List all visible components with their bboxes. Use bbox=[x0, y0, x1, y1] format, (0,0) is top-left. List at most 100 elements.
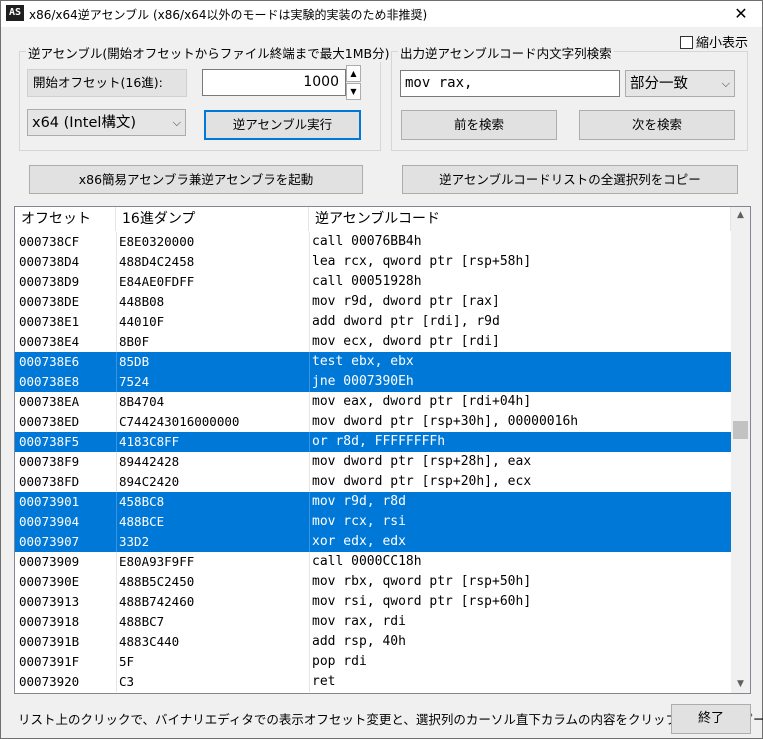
column-header-disassembly[interactable]: 逆アセンブルコード bbox=[309, 207, 731, 231]
checkbox-box[interactable] bbox=[680, 36, 693, 49]
search-next-button[interactable]: 次を検索 bbox=[579, 110, 735, 140]
disassembly-cell[interactable]: mov r9d, dword ptr [rax] bbox=[312, 292, 730, 312]
disassembly-cell[interactable]: mov r9d, r8d bbox=[312, 492, 730, 512]
launch-assembler-button[interactable]: x86簡易アセンブラ兼逆アセンブラを起動 bbox=[29, 165, 363, 194]
mode-select[interactable]: x64 (Intel構文) ⌵ bbox=[27, 109, 186, 136]
disassembly-cell[interactable]: pop rdi bbox=[312, 652, 730, 672]
vertical-scrollbar[interactable]: ▲ ▼ bbox=[731, 207, 750, 693]
offset-cell[interactable]: 00073904 bbox=[19, 512, 116, 532]
close-button[interactable]: ✕ bbox=[726, 2, 756, 26]
offset-cell[interactable]: 00073901 bbox=[19, 492, 116, 512]
scroll-down-arrow-icon[interactable]: ▼ bbox=[731, 676, 750, 693]
hexdump-cell[interactable]: 488BCE bbox=[119, 512, 309, 532]
start-offset-input[interactable]: 1000 bbox=[202, 69, 346, 96]
disassembly-cell[interactable]: xor edx, edx bbox=[312, 532, 730, 552]
hexdump-cell[interactable]: 4183C8FF bbox=[119, 432, 309, 452]
hexdump-cell[interactable]: C744243016000000 bbox=[119, 412, 309, 432]
offset-cell[interactable]: 00073920 bbox=[19, 672, 116, 692]
offset-cell[interactable]: 0007391B bbox=[19, 632, 116, 652]
hexdump-cell[interactable]: 44010F bbox=[119, 312, 309, 332]
disassembly-cell[interactable]: call 00051928h bbox=[312, 272, 730, 292]
table-row[interactable]: 000738F5 4183C8FF or r8d, FFFFFFFFh bbox=[15, 432, 731, 452]
hexdump-cell[interactable]: 89442428 bbox=[119, 452, 309, 472]
disassembly-list[interactable]: オフセット 16進ダンプ 逆アセンブルコード 000738CF E8E032000… bbox=[14, 206, 751, 694]
disassembly-cell[interactable]: lea rcx, qword ptr [rsp+58h] bbox=[312, 252, 730, 272]
disassembly-cell[interactable]: mov dword ptr [rsp+28h], eax bbox=[312, 452, 730, 472]
offset-cell[interactable]: 000738FD bbox=[19, 472, 116, 492]
table-row[interactable]: 000738E1 44010F add dword ptr [rdi], r9d bbox=[15, 312, 731, 332]
hexdump-cell[interactable]: 458BC8 bbox=[119, 492, 309, 512]
hexdump-cell[interactable]: E8E0320000 bbox=[119, 232, 309, 252]
table-row[interactable]: 000738EA 8B4704 mov eax, dword ptr [rdi+04… bbox=[15, 392, 731, 412]
hexdump-cell[interactable]: 488BC7 bbox=[119, 612, 309, 632]
hexdump-cell[interactable]: C3 bbox=[119, 672, 309, 692]
search-input[interactable]: mov rax, bbox=[400, 70, 620, 97]
hexdump-cell[interactable]: 488B5C2450 bbox=[119, 572, 309, 592]
hexdump-cell[interactable]: 488D4C2458 bbox=[119, 252, 309, 272]
disassembly-cell[interactable]: mov rsi, qword ptr [rsp+60h] bbox=[312, 592, 730, 612]
table-row[interactable]: 00073920 C3 ret bbox=[15, 672, 731, 692]
table-row[interactable]: 0007390E 488B5C2450 mov rbx, qword ptr [rs… bbox=[15, 572, 731, 592]
offset-cell[interactable]: 000738E6 bbox=[19, 352, 116, 372]
offset-cell[interactable]: 00073918 bbox=[19, 612, 116, 632]
disassembly-cell[interactable]: call 00076BB4h bbox=[312, 232, 730, 252]
offset-cell[interactable]: 00073907 bbox=[19, 532, 116, 552]
scroll-up-arrow-icon[interactable]: ▲ bbox=[731, 207, 750, 224]
match-mode-select[interactable]: 部分一致 ⌵ bbox=[625, 70, 735, 97]
offset-cell[interactable]: 000738E1 bbox=[19, 312, 116, 332]
disassembly-cell[interactable]: ret bbox=[312, 672, 730, 692]
table-row[interactable]: 000738E8 7524 jne 0007390Eh bbox=[15, 372, 731, 392]
table-row[interactable]: 00073907 33D2 xor edx, edx bbox=[15, 532, 731, 552]
offset-cell[interactable]: 000738E8 bbox=[19, 372, 116, 392]
hexdump-cell[interactable]: E84AE0FDFF bbox=[119, 272, 309, 292]
table-row[interactable]: 00073904 488BCE mov rcx, rsi bbox=[15, 512, 731, 532]
table-row[interactable]: 000738D9 E84AE0FDFF call 00051928h bbox=[15, 272, 731, 292]
disassembly-cell[interactable]: call 0000CC18h bbox=[312, 552, 730, 572]
exit-button[interactable]: 終了 bbox=[671, 704, 751, 734]
disassembly-cell[interactable]: jne 0007390Eh bbox=[312, 372, 730, 392]
table-row[interactable]: 000738E4 8B0F mov ecx, dword ptr [rdi] bbox=[15, 332, 731, 352]
table-row[interactable]: 00073918 488BC7 mov rax, rdi bbox=[15, 612, 731, 632]
offset-cell[interactable]: 0007390E bbox=[19, 572, 116, 592]
run-disassemble-button[interactable]: 逆アセンブル実行 bbox=[204, 110, 361, 140]
hexdump-cell[interactable]: 33D2 bbox=[119, 532, 309, 552]
disassembly-cell[interactable]: mov rcx, rsi bbox=[312, 512, 730, 532]
disassembly-cell[interactable]: add dword ptr [rdi], r9d bbox=[312, 312, 730, 332]
offset-cell[interactable]: 000738CF bbox=[19, 232, 116, 252]
offset-cell[interactable]: 0007391F bbox=[19, 652, 116, 672]
hexdump-cell[interactable]: 7524 bbox=[119, 372, 309, 392]
offset-cell[interactable]: 000738E4 bbox=[19, 332, 116, 352]
shrink-view-checkbox[interactable]: 縮小表示 bbox=[680, 32, 748, 51]
column-header-hexdump[interactable]: 16進ダンプ bbox=[116, 207, 309, 231]
hexdump-cell[interactable]: 85DB bbox=[119, 352, 309, 372]
table-row[interactable]: 00073909 E80A93F9FF call 0000CC18h bbox=[15, 552, 731, 572]
offset-cell[interactable]: 000738F9 bbox=[19, 452, 116, 472]
disassembly-cell[interactable]: mov dword ptr [rsp+30h], 00000016h bbox=[312, 412, 730, 432]
offset-cell[interactable]: 000738DE bbox=[19, 292, 116, 312]
disassembly-cell[interactable]: mov rax, rdi bbox=[312, 612, 730, 632]
table-row[interactable]: 000738E6 85DB test ebx, ebx bbox=[15, 352, 731, 372]
hexdump-cell[interactable]: 448B08 bbox=[119, 292, 309, 312]
hexdump-cell[interactable]: 488B742460 bbox=[119, 592, 309, 612]
offset-cell[interactable]: 000738ED bbox=[19, 412, 116, 432]
table-row[interactable]: 000738F9 89442428 mov dword ptr [rsp+28h],… bbox=[15, 452, 731, 472]
title-bar[interactable]: AS x86/x64逆アセンブル (x86/x64以外のモードは実験的実装のため… bbox=[1, 1, 762, 27]
offset-spin-up-button[interactable]: ▲ bbox=[346, 65, 361, 82]
offset-cell[interactable]: 000738D4 bbox=[19, 252, 116, 272]
offset-cell[interactable]: 00073909 bbox=[19, 552, 116, 572]
table-row[interactable]: 0007391B 4883C440 add rsp, 40h bbox=[15, 632, 731, 652]
hexdump-cell[interactable]: 894C2420 bbox=[119, 472, 309, 492]
table-row[interactable]: 000738ED C744243016000000 mov dword ptr [r… bbox=[15, 412, 731, 432]
disassembly-cell[interactable]: add rsp, 40h bbox=[312, 632, 730, 652]
offset-cell[interactable]: 000738D9 bbox=[19, 272, 116, 292]
offset-spin-down-button[interactable]: ▼ bbox=[346, 83, 361, 100]
search-previous-button[interactable]: 前を検索 bbox=[401, 110, 557, 140]
disassembly-cell[interactable]: mov rbx, qword ptr [rsp+50h] bbox=[312, 572, 730, 592]
scrollbar-thumb[interactable] bbox=[733, 421, 748, 439]
table-row[interactable]: 000738FD 894C2420 mov dword ptr [rsp+20h],… bbox=[15, 472, 731, 492]
disassembly-cell[interactable]: test ebx, ebx bbox=[312, 352, 730, 372]
table-row[interactable]: 0007391F 5F pop rdi bbox=[15, 652, 731, 672]
hexdump-cell[interactable]: 5F bbox=[119, 652, 309, 672]
column-header-offset[interactable]: オフセット bbox=[15, 207, 116, 231]
hexdump-cell[interactable]: 8B4704 bbox=[119, 392, 309, 412]
